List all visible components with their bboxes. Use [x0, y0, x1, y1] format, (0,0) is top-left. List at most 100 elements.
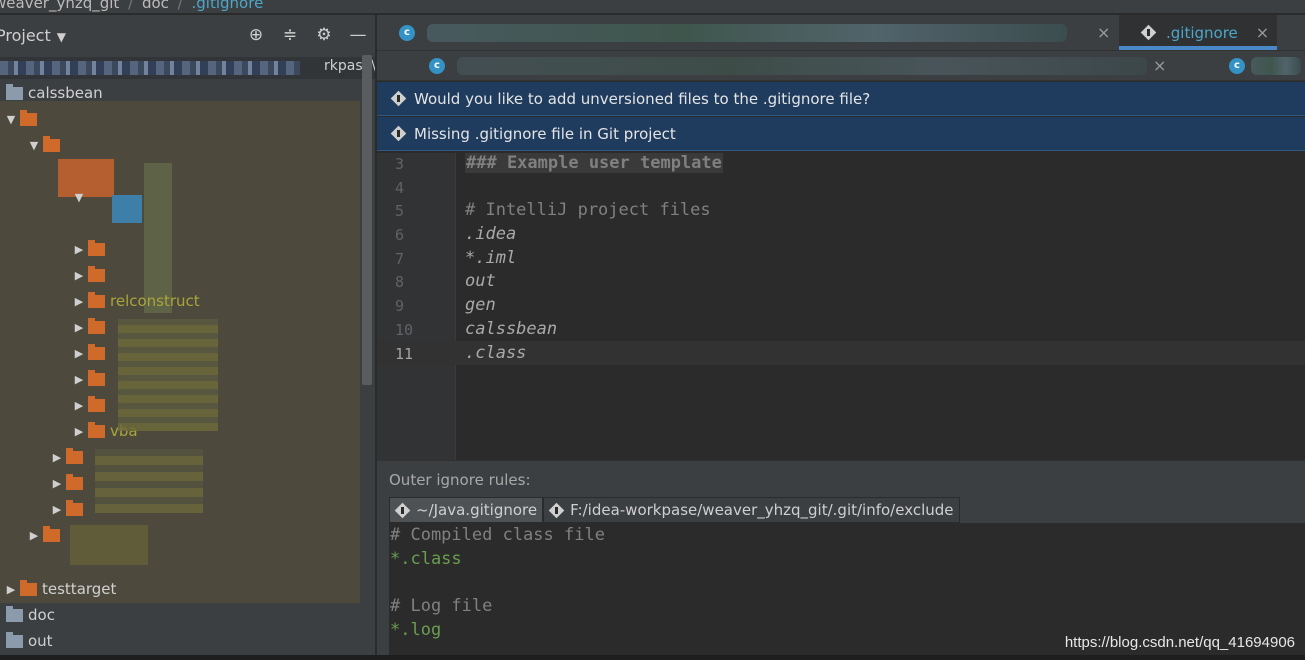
- folder-icon: [6, 83, 23, 100]
- folder-icon: [88, 317, 105, 334]
- project-pane-header: Project ▼ ⊕ ≑ ⚙ —: [0, 15, 375, 55]
- tree-item-testtarget[interactable]: ▶ testtarget: [4, 577, 116, 601]
- code-line: *.iml: [465, 248, 517, 268]
- folder-icon: [43, 135, 60, 152]
- breadcrumb-file[interactable]: .gitignore: [192, 0, 264, 12]
- redacted-tab-title: [1251, 56, 1301, 75]
- bottom-border: [0, 655, 1305, 660]
- tree-item-out[interactable]: out: [4, 629, 53, 653]
- tree-item[interactable]: ▶: [72, 341, 110, 365]
- code-line: gen: [465, 295, 496, 315]
- tree-item[interactable]: ▶: [27, 523, 65, 547]
- editor-tab[interactable]: c: [399, 15, 1119, 50]
- breadcrumb-separator: /: [177, 0, 183, 12]
- expand-arrow-icon[interactable]: ▶: [72, 295, 86, 308]
- rule-line: *.log: [390, 620, 442, 640]
- close-icon[interactable]: ×: [1256, 23, 1269, 42]
- tab-gitignore[interactable]: .gitignore ×: [1119, 15, 1277, 50]
- git-file-icon: [1141, 25, 1156, 40]
- tree-item[interactable]: ▶: [72, 393, 110, 417]
- tree-item-calssbean[interactable]: calssbean: [4, 81, 103, 105]
- expand-arrow-icon[interactable]: ▶: [50, 477, 64, 490]
- expand-arrow-icon[interactable]: ▶: [50, 451, 64, 464]
- tree-item[interactable]: ▶: [72, 263, 110, 287]
- notification-add-unversioned[interactable]: Would you like to add unversioned files …: [377, 82, 1305, 116]
- folder-icon: [66, 473, 83, 490]
- tab-git-info-exclude[interactable]: F:/idea-workpase/weaver_yhzq_git/.git/in…: [543, 497, 960, 523]
- code-line: out: [465, 271, 496, 291]
- tab-java-gitignore[interactable]: ~/Java.gitignore: [389, 497, 544, 523]
- expand-arrow-icon[interactable]: ▶: [72, 373, 86, 386]
- outer-ignore-rules-panel: Outer ignore rules: ~/Java.gitignore F:/…: [377, 460, 1305, 660]
- line-number: 9: [395, 297, 405, 315]
- java-class-icon: c: [399, 24, 415, 41]
- redacted-block: [58, 159, 114, 197]
- collapse-icon[interactable]: ≑: [280, 24, 300, 46]
- expand-arrow-icon[interactable]: ▼: [4, 113, 18, 126]
- code-line: # IntelliJ project files: [465, 200, 711, 220]
- tree-item-label: relconstruct: [110, 292, 200, 310]
- locate-icon[interactable]: ⊕: [246, 24, 266, 46]
- tree-item[interactable]: ▶: [72, 315, 110, 339]
- expand-arrow-icon[interactable]: ▶: [4, 583, 18, 596]
- git-file-icon: [395, 503, 410, 518]
- expand-arrow-icon[interactable]: ▶: [50, 503, 64, 516]
- close-icon[interactable]: ×: [1153, 56, 1166, 75]
- rule-line: # Log file: [390, 596, 493, 616]
- folder-icon: [88, 343, 105, 360]
- notification-missing-gitignore[interactable]: Missing .gitignore file in Git project: [377, 117, 1305, 151]
- expand-arrow-icon[interactable]: ▶: [72, 399, 86, 412]
- folder-icon: [88, 395, 105, 412]
- line-number: 7: [395, 250, 405, 268]
- project-tree: calssbean ▼ ▼ ▼ ▶ ▶ ▶ relconstruct ▶ ▶ ▶…: [0, 79, 375, 659]
- outer-rules-title: Outer ignore rules:: [389, 471, 531, 489]
- line-number: 10: [395, 321, 414, 339]
- expand-arrow-icon[interactable]: ▶: [72, 347, 86, 360]
- minimize-icon[interactable]: —: [348, 24, 368, 46]
- breadcrumb-folder[interactable]: doc: [142, 0, 169, 12]
- line-number: 6: [395, 226, 405, 244]
- tree-item-collapsed[interactable]: ▼: [4, 107, 42, 131]
- line-number: 4: [395, 179, 405, 197]
- tree-item[interactable]: ▶: [72, 237, 110, 261]
- code-line: .class: [465, 343, 527, 363]
- redacted-block: [95, 449, 203, 513]
- redacted-block: [118, 319, 218, 431]
- folder-icon: [88, 239, 105, 256]
- editor-area: c × .gitignore × c × c Would you like to…: [377, 15, 1305, 660]
- editor-tab[interactable]: c: [1229, 51, 1305, 80]
- expand-arrow-icon[interactable]: ▼: [72, 191, 86, 204]
- project-scrollbar[interactable]: [362, 55, 372, 385]
- tree-item[interactable]: ▼: [27, 133, 65, 157]
- breadcrumb-project[interactable]: weaver_yhzq_git: [0, 0, 119, 12]
- tree-item-label: testtarget: [42, 580, 117, 598]
- project-view-selector[interactable]: Project ▼: [0, 26, 66, 45]
- tree-item[interactable]: ▼: [72, 185, 86, 209]
- breadcrumb: weaver_yhzq_git / doc / .gitignore: [0, 0, 1305, 14]
- folder-icon: [88, 369, 105, 386]
- line-number: 5: [395, 202, 405, 220]
- gear-icon[interactable]: ⚙: [314, 24, 334, 46]
- close-icon[interactable]: ×: [1097, 23, 1110, 42]
- breadcrumb-separator: /: [128, 0, 134, 12]
- expand-arrow-icon[interactable]: ▶: [72, 321, 86, 334]
- expand-arrow-icon[interactable]: ▶: [27, 529, 41, 542]
- watermark: https://blog.csdn.net/qq_41694906: [1064, 634, 1295, 651]
- expand-arrow-icon[interactable]: ▶: [72, 243, 86, 256]
- tree-item[interactable]: ▶: [50, 445, 88, 469]
- tree-item-doc[interactable]: doc: [4, 603, 55, 627]
- tree-item[interactable]: ▶: [50, 497, 88, 521]
- editor-tab[interactable]: c: [429, 51, 1169, 80]
- code-editor[interactable]: 3 ### Example user template 4 5 # Intell…: [377, 153, 1305, 460]
- folder-icon: [6, 631, 23, 648]
- tab-label: F:/idea-workpase/weaver_yhzq_git/.git/in…: [570, 501, 954, 519]
- tab-label: .gitignore: [1166, 23, 1238, 42]
- tree-item[interactable]: ▶: [72, 367, 110, 391]
- tree-item-relconstruct[interactable]: ▶ relconstruct: [72, 289, 200, 313]
- project-view-label: Project: [0, 26, 51, 45]
- expand-arrow-icon[interactable]: ▶: [72, 269, 86, 282]
- expand-arrow-icon[interactable]: ▶: [72, 425, 86, 438]
- project-root-path[interactable]: rkpase\: [0, 57, 375, 79]
- tree-item[interactable]: ▶: [50, 471, 88, 495]
- expand-arrow-icon[interactable]: ▼: [27, 139, 41, 152]
